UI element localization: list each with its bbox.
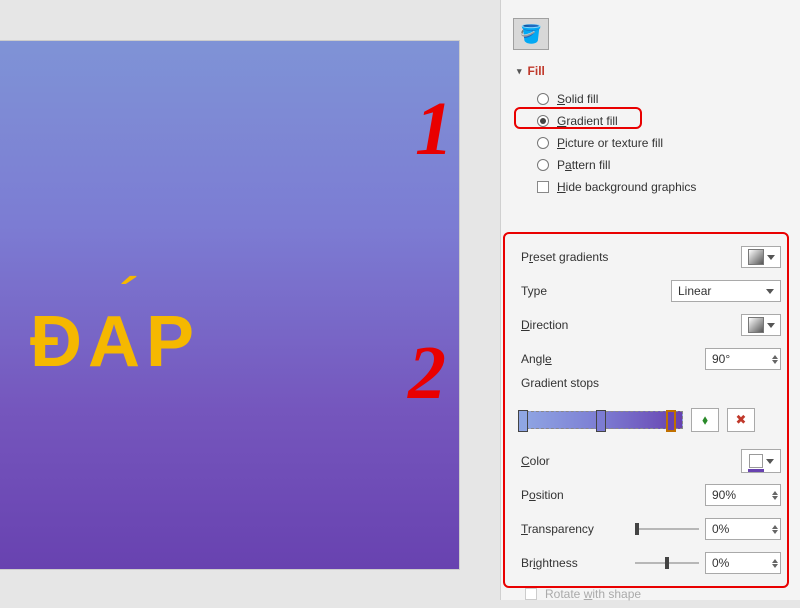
rotate-with-shape-label: Rotate with shape <box>545 587 641 601</box>
picture-fill-label: Picture or texture fill <box>557 136 663 150</box>
pattern-fill-label: Pattern fill <box>557 158 610 172</box>
checkbox-icon <box>537 181 549 193</box>
annotation-box-2 <box>503 232 789 588</box>
annotation-1: 1 <box>415 86 453 173</box>
radio-icon <box>537 93 549 105</box>
hide-bg-label: Hide background graphics <box>557 180 696 194</box>
radio-icon <box>537 137 549 149</box>
pattern-fill-option[interactable]: Pattern fill <box>537 154 696 176</box>
annotation-box-1 <box>514 107 642 129</box>
fill-type-group: Solid fill Gradient fill Picture or text… <box>537 88 696 198</box>
slide-canvas[interactable]: ´ ĐAP <box>0 40 460 570</box>
checkbox-icon <box>525 588 537 600</box>
slide-text-dap[interactable]: ĐAP <box>30 301 200 383</box>
fill-tab-button[interactable]: 🪣 <box>513 18 549 50</box>
solid-fill-label: Solid fill <box>557 92 598 106</box>
radio-icon <box>537 159 549 171</box>
hide-bg-option[interactable]: Hide background graphics <box>537 176 696 198</box>
paint-bucket-icon: 🪣 <box>520 24 542 45</box>
fill-header-label: Fill <box>528 64 545 78</box>
fill-section-header[interactable]: ▾ Fill <box>517 64 545 78</box>
picture-fill-option[interactable]: Picture or texture fill <box>537 132 696 154</box>
collapse-arrow-icon: ▾ <box>517 66 522 77</box>
annotation-2: 2 <box>408 330 446 417</box>
